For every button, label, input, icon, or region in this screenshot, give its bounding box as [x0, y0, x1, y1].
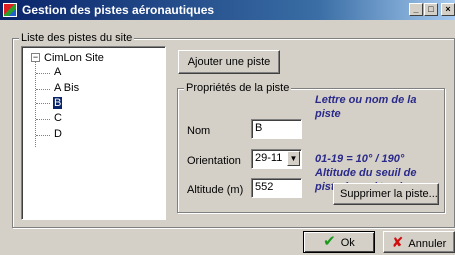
- name-hint: Lettre ou nom de la piste: [315, 94, 417, 120]
- ok-button[interactable]: ✔ Ok: [303, 231, 375, 253]
- x-icon: ✘: [391, 234, 404, 250]
- tree-connector: [36, 89, 50, 90]
- window-title: Gestion des pistes aéronautiques: [22, 3, 215, 17]
- altitude-field[interactable]: 552: [251, 178, 302, 198]
- orientation-select[interactable]: 29-11 ▼: [251, 149, 302, 169]
- collapse-icon[interactable]: −: [31, 53, 40, 62]
- cancel-button[interactable]: ✘ Annuler: [383, 231, 455, 253]
- name-label: Nom: [187, 125, 211, 137]
- add-runway-button[interactable]: Ajouter une piste: [178, 50, 280, 74]
- close-button[interactable]: ×: [441, 3, 455, 16]
- delete-runway-button[interactable]: Supprimer la piste...: [333, 183, 439, 205]
- tree-connector: [36, 135, 50, 136]
- tree-item-d[interactable]: D: [54, 128, 62, 140]
- orientation-label: Orientation: [187, 155, 241, 167]
- tree-connector: [36, 73, 50, 74]
- orientation-value: 29-11: [255, 152, 283, 164]
- name-field[interactable]: B: [251, 119, 302, 139]
- tree-item-c[interactable]: C: [54, 112, 62, 124]
- title-bar[interactable]: Gestion des pistes aéronautiques _ □ ×: [0, 0, 455, 20]
- tree-item-a-bis[interactable]: A Bis: [54, 82, 79, 94]
- cancel-label: Annuler: [408, 238, 447, 250]
- orientation-hint: 01-19 = 10° / 190°: [315, 153, 405, 165]
- chevron-down-icon[interactable]: ▼: [287, 151, 300, 166]
- altitude-label: Altitude (m): [187, 184, 244, 196]
- minimize-button[interactable]: _: [409, 3, 423, 16]
- check-icon: ✔: [323, 233, 336, 250]
- tree-connector: [36, 119, 50, 120]
- tree-item-a[interactable]: A: [54, 66, 61, 78]
- tree-connector: [36, 103, 50, 104]
- runway-tree[interactable]: − CimLon Site A A Bis B C D: [21, 46, 166, 220]
- ok-label: Ok: [340, 237, 355, 249]
- runway-properties-legend: Propriétés de la piste: [184, 82, 292, 94]
- app-icon: [3, 3, 17, 17]
- tree-root-site[interactable]: CimLon Site: [44, 52, 104, 64]
- tree-item-b[interactable]: B: [51, 96, 64, 110]
- maximize-button[interactable]: □: [424, 3, 438, 16]
- runway-list-legend: Liste des pistes du site: [19, 32, 135, 44]
